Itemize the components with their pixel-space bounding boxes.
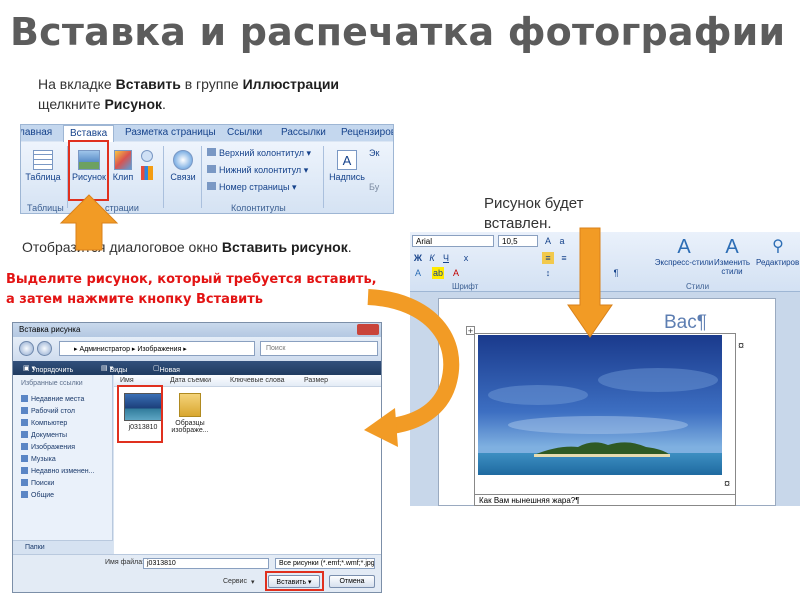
annotation-arrows: [59, 194, 613, 447]
up-arrow-icon: [59, 194, 119, 251]
down-arrow-icon: [567, 227, 613, 338]
slide: Вставка и распечатка фотографии На вклад…: [0, 0, 800, 600]
curved-arrow-icon: [367, 289, 460, 434]
arrow-head-icon: [364, 408, 398, 447]
